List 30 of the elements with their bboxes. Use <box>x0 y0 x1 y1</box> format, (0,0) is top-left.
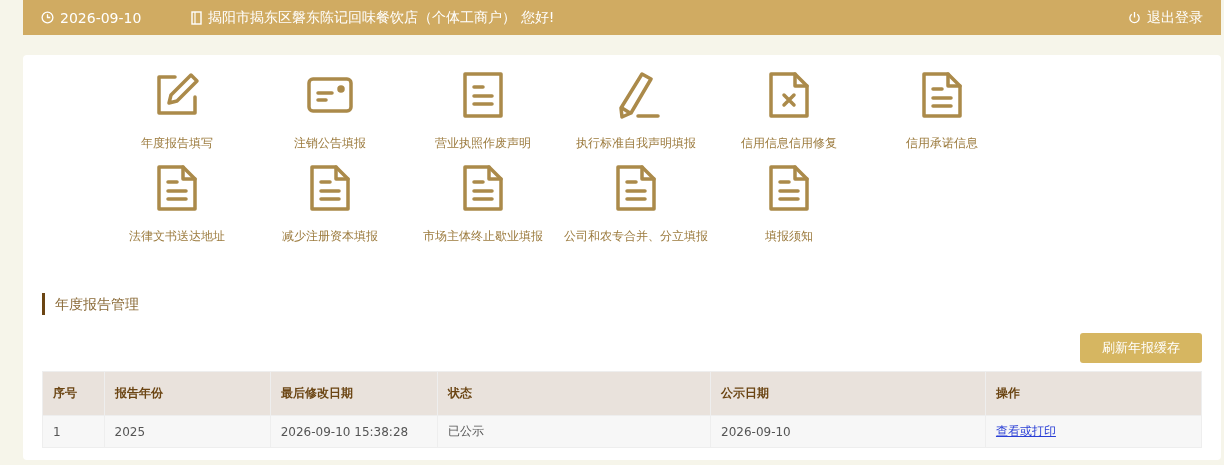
shortcut-link[interactable]: 填报须知 <box>764 228 813 245</box>
column-header: 最后修改日期 <box>270 371 438 416</box>
shortcut-link[interactable]: 年度报告填写 <box>140 135 213 152</box>
table-cell: 已公示 <box>437 415 711 448</box>
greeting-text: 揭阳市揭东区磐东陈记回味餐饮店（个体工商户） 您好! <box>191 8 555 27</box>
column-header: 序号 <box>42 371 105 416</box>
column-header: 公示日期 <box>710 371 986 416</box>
notebook-icon <box>191 10 203 25</box>
table-cell: 2026-09-10 15:38:28 <box>270 415 438 448</box>
table-cell: 2025 <box>104 415 271 448</box>
shortcut-link[interactable]: 信用承诺信息 <box>905 135 978 152</box>
shortcut-link[interactable]: 公司和农专合并、分立填报 <box>563 228 708 245</box>
shortcut-link[interactable]: 减少注册资本填报 <box>281 228 378 245</box>
power-icon <box>1128 11 1141 24</box>
column-header: 状态 <box>437 371 711 416</box>
view-print-link[interactable]: 查看或打印 <box>995 424 1056 438</box>
section-title: 年度报告管理 <box>42 293 1202 315</box>
shortcut-link[interactable]: 执行标准自我声明填报 <box>575 135 696 152</box>
shortcut-link[interactable]: 市场主体终止歇业填报 <box>422 228 543 245</box>
clock-icon <box>41 11 54 24</box>
shortcut-link[interactable]: 营业执照作废声明 <box>434 135 531 152</box>
table-cell: 2026-09-10 <box>710 415 986 448</box>
date-text: 2026-09-10 <box>41 9 142 26</box>
column-header: 操作 <box>985 371 1202 416</box>
column-header: 报告年份 <box>104 371 271 416</box>
shortcut-link[interactable]: 法律文书送达地址 <box>128 228 225 245</box>
logout-link[interactable]: 退出登录 <box>1128 8 1203 27</box>
table-cell: 1 <box>42 415 105 448</box>
shortcut-link[interactable]: 信用信息信用修复 <box>740 135 837 152</box>
shortcut-link[interactable]: 注销公告填报 <box>293 135 366 152</box>
